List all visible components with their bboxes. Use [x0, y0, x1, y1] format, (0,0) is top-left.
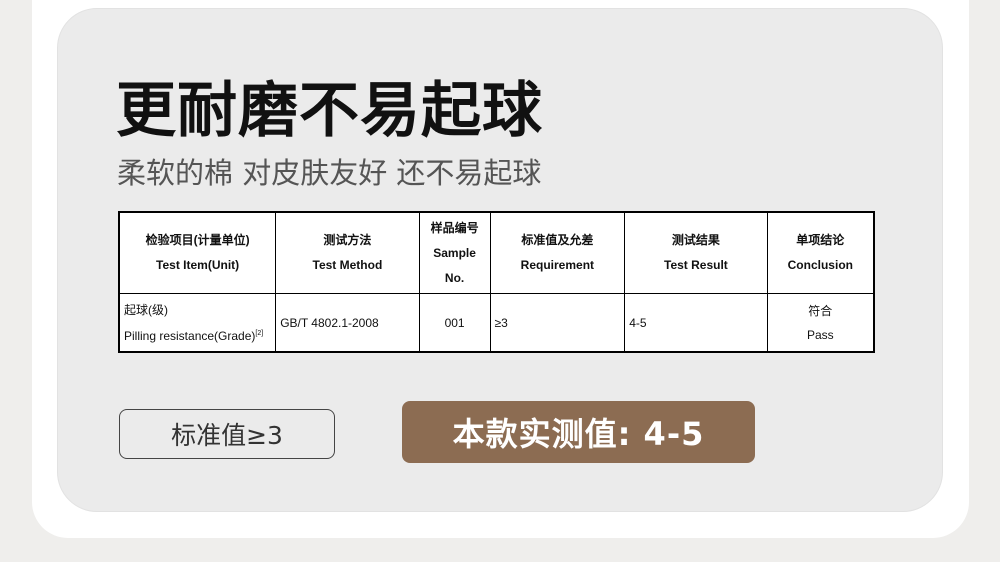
cell-conclusion: 符合 Pass	[766, 293, 875, 353]
cell-requirement: ≥3	[489, 293, 626, 353]
cell-test-result: 4-5	[624, 293, 768, 353]
header-test-method: 测试方法 Test Method	[275, 211, 420, 294]
page-title: 更耐磨不易起球	[116, 76, 543, 146]
table-row: 起球(级) Pilling resistance(Grade)[2] GB/T …	[118, 293, 875, 353]
header-conclusion: 单项结论 Conclusion	[766, 211, 875, 294]
header-test-item: 检验项目(计量单位) Test Item(Unit)	[118, 211, 277, 294]
standard-value-badge: 标准值≥3	[119, 409, 335, 459]
test-report-table: 检验项目(计量单位) Test Item(Unit) 测试方法 Test Met…	[118, 211, 875, 353]
cell-test-method: GB/T 4802.1-2008	[275, 293, 420, 353]
cell-test-item: 起球(级) Pilling resistance(Grade)[2]	[118, 293, 277, 353]
header-sample-no: 样品编号 Sample No.	[418, 211, 491, 294]
header-requirement: 标准值及允差 Requirement	[489, 211, 626, 294]
cell-sample-no: 001	[418, 293, 491, 353]
measured-value-badge: 本款实测值: 4-5	[402, 401, 755, 463]
header-test-result: 测试结果 Test Result	[624, 211, 768, 294]
page-subtitle: 柔软的棉 对皮肤友好 还不易起球	[117, 156, 542, 190]
table-header-row: 检验项目(计量单位) Test Item(Unit) 测试方法 Test Met…	[118, 211, 875, 294]
footnote-marker: [2]	[255, 329, 264, 337]
